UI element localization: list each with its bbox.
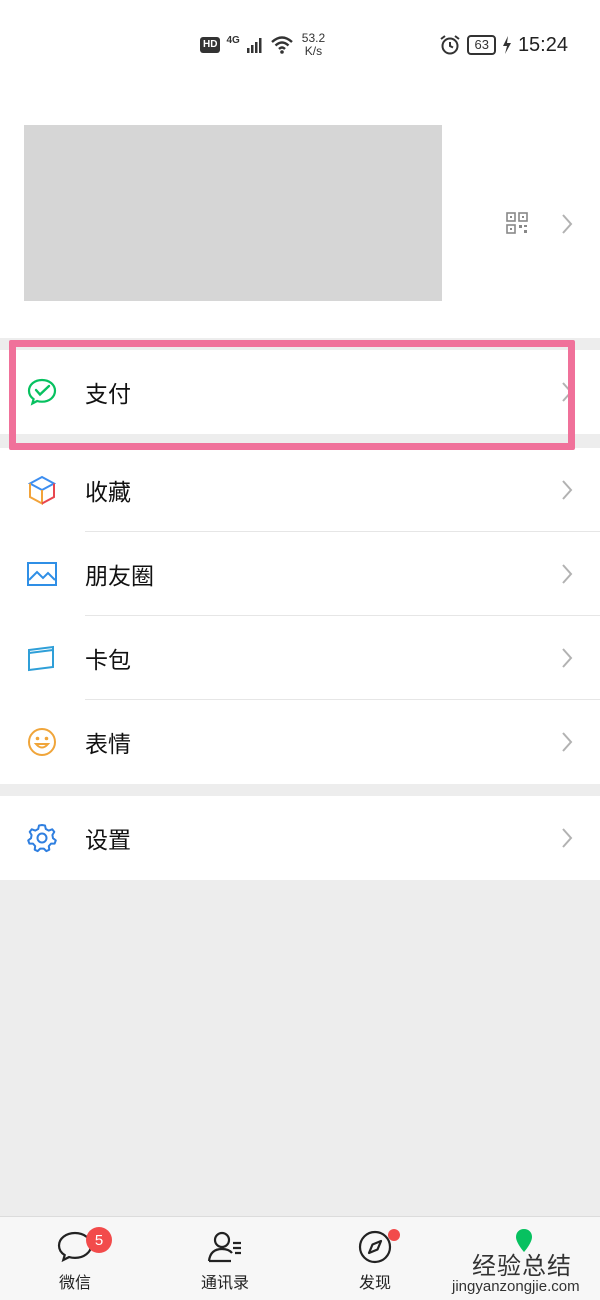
menu-item-label: 卡包 <box>85 648 131 674</box>
chevron-right-icon <box>562 564 573 584</box>
cube-icon <box>27 475 57 506</box>
menu-item-label: 支付 <box>85 382 131 408</box>
gear-icon <box>27 824 57 853</box>
smiley-icon <box>28 728 56 756</box>
services-group: 收藏 朋友圈 卡包 表情 <box>0 448 600 784</box>
chevron-right-icon <box>562 732 573 752</box>
chevron-right-icon <box>562 382 573 402</box>
tab-contacts[interactable]: 通讯录 <box>150 1217 300 1300</box>
qr-code-icon[interactable] <box>506 212 528 234</box>
alarm-icon <box>440 35 461 55</box>
contacts-icon <box>207 1231 241 1263</box>
status-left: HD 4G 53.2 K/s <box>200 30 325 60</box>
wallet-card-icon <box>28 645 54 672</box>
menu-item-settings[interactable]: 设置 <box>0 796 600 880</box>
watermark-title: 经验总结 <box>472 1252 572 1280</box>
network-speed: 53.2 K/s <box>302 32 325 58</box>
menu-item-label: 收藏 <box>85 480 131 506</box>
battery-level: 63 <box>467 35 496 55</box>
signal-icon <box>246 38 262 53</box>
discover-notification-dot <box>388 1229 400 1241</box>
menu-item-pay[interactable]: 支付 <box>0 350 600 434</box>
wechat-pay-icon <box>27 378 57 406</box>
network-type: 4G <box>226 34 240 46</box>
chevron-right-icon <box>562 648 573 668</box>
image-icon <box>27 562 57 586</box>
watermark: 经验总结 jingyanzongjie.com <box>452 1229 600 1300</box>
tab-label: 微信 <box>58 1273 91 1292</box>
profile-header[interactable] <box>0 90 600 338</box>
clock: 15:24 <box>517 33 568 56</box>
menu-item-label: 表情 <box>85 732 131 758</box>
hd-badge: HD <box>200 37 221 53</box>
speed-unit: K/s <box>304 44 323 58</box>
pay-group: 支付 <box>0 350 600 434</box>
status-right: 63 15:24 <box>439 32 568 58</box>
tab-chats[interactable]: 微信 5 <box>0 1217 150 1300</box>
tab-label: 通讯录 <box>200 1273 249 1292</box>
charging-icon <box>502 36 511 54</box>
chevron-right-icon <box>562 214 573 234</box>
menu-item-moments[interactable]: 朋友圈 <box>0 532 600 616</box>
menu-item-favorites[interactable]: 收藏 <box>0 448 600 532</box>
chevron-right-icon <box>562 480 573 500</box>
watermark-url: jingyanzongjie.com <box>452 1278 580 1295</box>
menu-item-stickers[interactable]: 表情 <box>0 700 600 784</box>
menu-item-label: 设置 <box>85 828 131 854</box>
menu-item-label: 朋友圈 <box>85 564 154 590</box>
settings-group: 设置 <box>0 796 600 880</box>
status-bar: HD 4G 53.2 K/s 63 15:24 <box>0 0 600 90</box>
tab-discover[interactable]: 发现 <box>300 1217 450 1300</box>
wifi-icon <box>270 36 293 54</box>
unread-badge: 5 <box>86 1227 112 1253</box>
profile-info-redacted <box>24 125 442 301</box>
menu-item-cards[interactable]: 卡包 <box>0 616 600 700</box>
chevron-right-icon <box>562 828 573 848</box>
tab-label: 发现 <box>358 1273 391 1292</box>
